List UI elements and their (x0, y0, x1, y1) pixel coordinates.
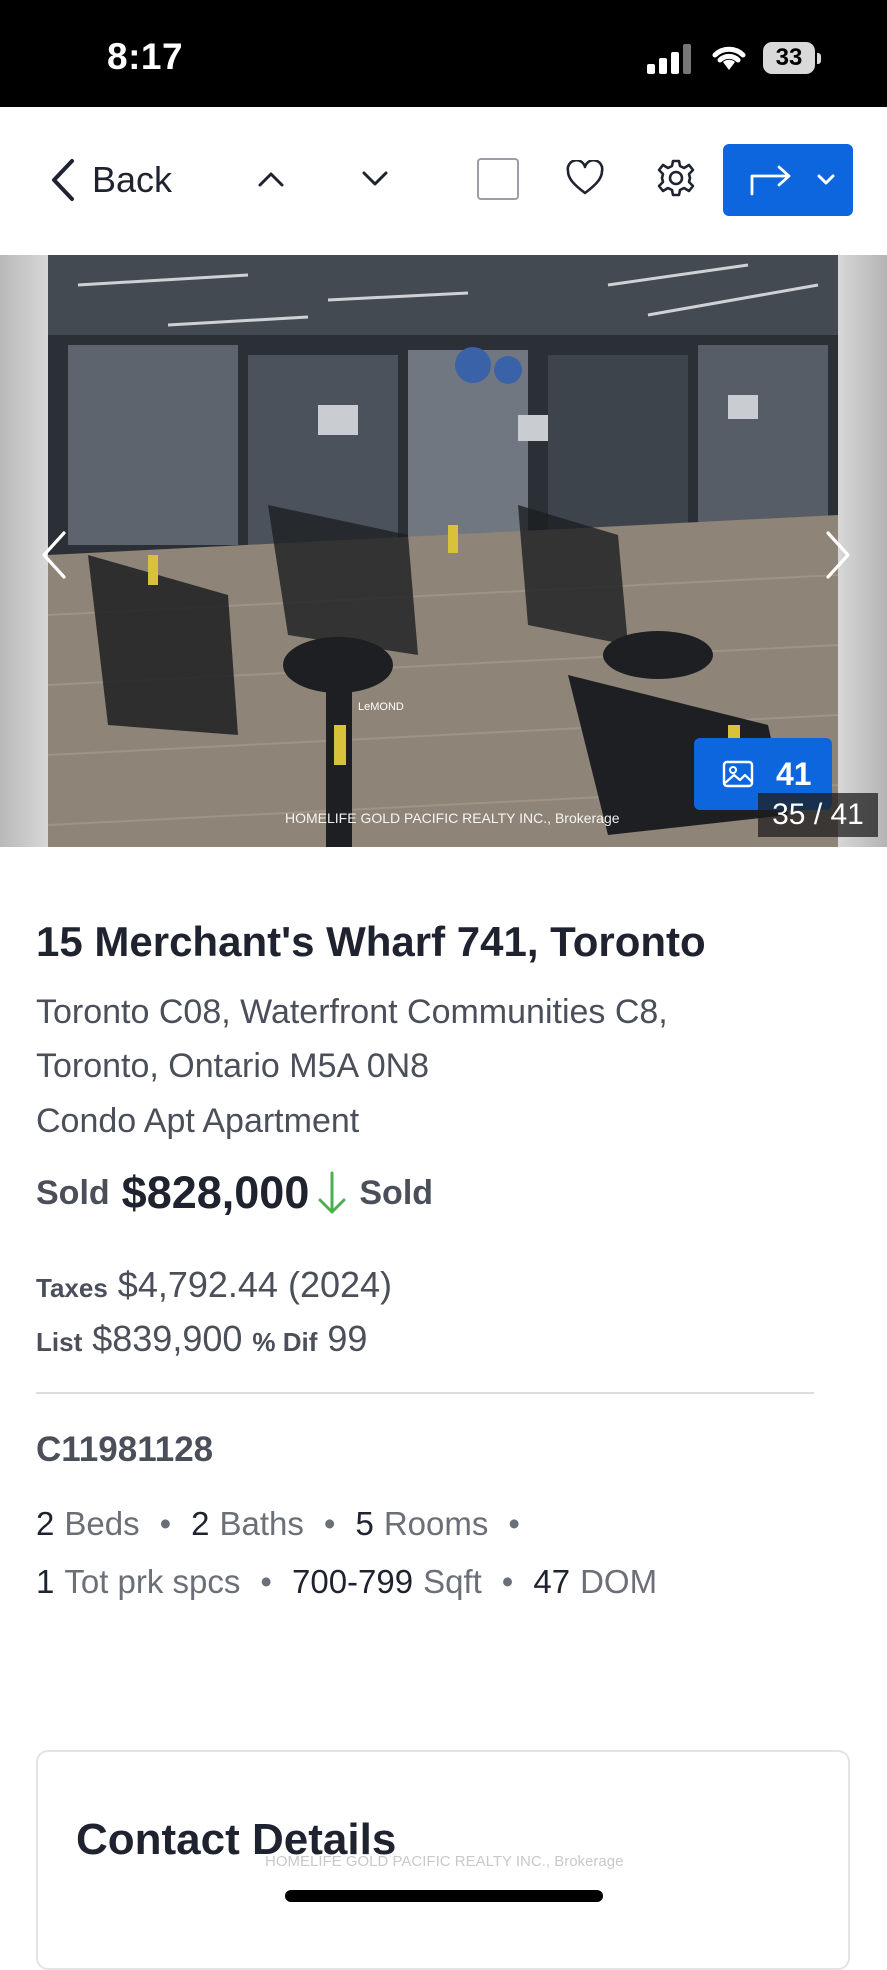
stats-row-1: 2 Beds • 2 Baths • 5 Rooms • (36, 1505, 540, 1543)
rooms-count: 5 (355, 1505, 374, 1542)
top-navigation: Back (0, 107, 887, 252)
chevron-down-icon (817, 174, 835, 185)
settings-button[interactable] (655, 157, 697, 199)
property-type: Condo Apt Apartment (36, 1102, 360, 1140)
battery-icon: 33 (763, 42, 821, 74)
gear-icon (657, 159, 695, 197)
separator-dot: • (159, 1505, 172, 1542)
cellular-signal-icon (647, 44, 691, 74)
listing-status: Sold (359, 1173, 434, 1212)
separator-dot: • (323, 1505, 336, 1542)
separator-dot: • (260, 1563, 272, 1600)
chevron-up-icon (258, 172, 284, 187)
list-price-row: List $839,900 % Dif 99 (36, 1318, 367, 1360)
back-label: Back (92, 159, 173, 200)
dif-value: 99 (327, 1318, 368, 1359)
sqft-label: Sqft (423, 1563, 482, 1600)
photo-watermark: HOMELIFE GOLD PACIFIC REALTY INC., Broke… (285, 810, 620, 826)
listing-address: 15 Merchant's Wharf 741, Toronto (36, 918, 706, 965)
beds-label: Beds (64, 1505, 140, 1542)
dom-label: DOM (580, 1563, 658, 1600)
baths-label: Baths (219, 1505, 304, 1542)
status-time: 8:17 (107, 36, 184, 77)
sold-label: Sold (36, 1173, 110, 1212)
previous-listing-button[interactable] (254, 162, 288, 196)
stats-row-2: 1 Tot prk spcs • 700-799 Sqft • 47 DOM (36, 1563, 657, 1601)
image-icon (722, 760, 754, 788)
select-checkbox[interactable] (477, 158, 519, 200)
share-button[interactable] (723, 144, 853, 216)
chevron-left-icon (52, 159, 74, 201)
battery-level: 33 (763, 42, 815, 74)
taxes-value: $4,792.44 (2024) (117, 1264, 393, 1305)
share-arrow-icon (750, 165, 791, 196)
area-line-2: Toronto, Ontario M5A 0N8 (36, 1047, 430, 1085)
divider (36, 1392, 814, 1394)
favorite-button[interactable] (564, 157, 606, 199)
area-line-1: Toronto C08, Waterfront Communities C8, (36, 993, 668, 1031)
separator-dot: • (501, 1563, 514, 1600)
list-label: List (36, 1327, 83, 1357)
photo-gallery[interactable]: LeMOND 41 35 / 41 HOMELIFE GOLD PACIFIC … (0, 255, 887, 847)
taxes-row: Taxes $4,792.44 (2024) (36, 1264, 392, 1306)
previous-photo-arrow-icon[interactable] (34, 525, 74, 585)
contact-watermark: HOMELIFE GOLD PACIFIC REALTY INC., Broke… (265, 1853, 624, 1870)
sqft-range: 700-799 (291, 1563, 414, 1600)
status-bar: 8:17 33 (0, 0, 887, 107)
beds-count: 2 (36, 1505, 55, 1542)
next-listing-button[interactable] (358, 162, 392, 196)
separator-dot: • (508, 1505, 520, 1542)
back-button[interactable]: Back (50, 155, 172, 205)
list-value: $839,900 (92, 1318, 243, 1359)
next-photo-arrow-icon[interactable] (818, 525, 858, 585)
arrow-down-icon (318, 1171, 346, 1214)
rooms-label: Rooms (383, 1505, 489, 1542)
dom-count: 47 (533, 1563, 571, 1600)
wifi-icon (712, 46, 746, 70)
photo-count: 41 (776, 755, 812, 792)
mls-number: C11981128 (36, 1430, 214, 1469)
parking-label: Tot prk spcs (64, 1563, 241, 1600)
sold-price-row: Sold $828,000 Sold (36, 1167, 433, 1219)
heart-icon (566, 160, 604, 195)
sold-price: $828,000 (121, 1167, 310, 1218)
taxes-label: Taxes (36, 1273, 108, 1303)
parking-count: 1 (36, 1563, 55, 1600)
baths-count: 2 (191, 1505, 210, 1542)
chevron-down-icon (362, 171, 388, 186)
dif-label: % Dif (252, 1327, 318, 1357)
home-indicator[interactable] (285, 1890, 603, 1902)
photo-index-indicator: 35 / 41 (758, 793, 878, 837)
seat-brand-text: LeMOND (358, 701, 404, 713)
